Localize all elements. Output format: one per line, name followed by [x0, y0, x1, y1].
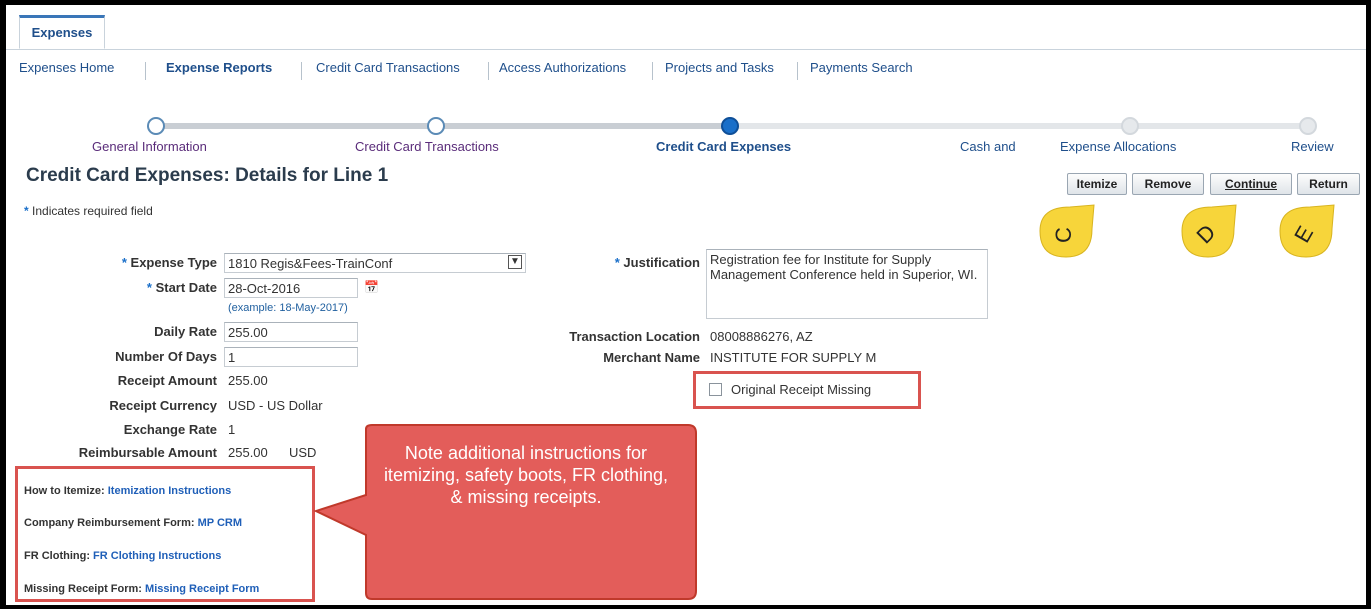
nav-expense-reports[interactable]: Expense Reports: [166, 60, 272, 75]
number-of-days-input[interactable]: 1: [224, 347, 358, 367]
page-title: Credit Card Expenses: Details for Line 1: [26, 165, 389, 186]
start-date-label: * Start Date: [146, 280, 217, 295]
nav-expenses-home[interactable]: Expenses Home: [19, 60, 114, 75]
missing-receipt-form-link[interactable]: Missing Receipt Form: [145, 583, 259, 595]
number-of-days-value: 1: [228, 350, 236, 365]
marker-c-icon: C: [1039, 204, 1095, 258]
reimbursable-amount-value: 255.00: [228, 445, 268, 460]
train-step-expense-allocations-icon: [1121, 117, 1139, 135]
itemize-button[interactable]: Itemize: [1067, 173, 1127, 195]
nav-access-authorizations[interactable]: Access Authorizations: [499, 60, 626, 75]
mp-crm-link[interactable]: MP CRM: [198, 517, 242, 529]
instruction-row-missing-receipt: Missing Receipt Form: Missing Receipt Fo…: [24, 583, 260, 595]
original-receipt-missing-checkbox[interactable]: [709, 383, 722, 396]
nav-projects-and-tasks[interactable]: Projects and Tasks: [665, 60, 774, 75]
justification-label: * Justification: [614, 255, 700, 270]
expense-type-value: 1810 Regis&Fees-TrainConf: [228, 256, 393, 271]
exchange-rate-value: 1: [228, 422, 236, 437]
start-date-input[interactable]: 28-Oct-2016: [224, 278, 358, 298]
train-connector: [436, 123, 730, 129]
receipt-currency-label: Receipt Currency: [109, 398, 217, 413]
train-label-general-information[interactable]: General Information: [92, 139, 207, 154]
instruction-row-itemize: How to Itemize: Itemization Instructions: [24, 485, 232, 497]
train-connector: [1130, 123, 1308, 129]
daily-rate-value: 255.00: [228, 325, 268, 340]
nav-divider: [488, 62, 489, 80]
merchant-name-value: INSTITUTE FOR SUPPLY M: [710, 350, 877, 365]
required-star: *: [24, 204, 29, 218]
train-label-review: Review: [1291, 139, 1334, 154]
train-connector: [730, 123, 1130, 129]
train-step-general-information-icon[interactable]: [147, 117, 165, 135]
receipt-amount-value: 255.00: [228, 373, 268, 388]
receipt-currency-value: USD - US Dollar: [228, 398, 323, 413]
return-button[interactable]: Return: [1297, 173, 1360, 195]
train-step-review-icon: [1299, 117, 1317, 135]
top-tab-bar: [6, 5, 1366, 50]
callout-text: Note additional instructions for itemizi…: [383, 443, 669, 507]
train-label-cash-and: Cash and: [960, 139, 1016, 154]
receipt-amount-label: Receipt Amount: [117, 373, 217, 388]
instruction-row-fr-clothing: FR Clothing: FR Clothing Instructions: [24, 550, 222, 562]
nav-divider: [145, 62, 146, 80]
chevron-down-icon[interactable]: ▼: [508, 255, 522, 269]
marker-d-icon: D: [1181, 204, 1237, 258]
original-receipt-missing-label: Original Receipt Missing: [731, 382, 872, 397]
merchant-name-label: Merchant Name: [603, 350, 700, 365]
daily-rate-input[interactable]: 255.00: [224, 322, 358, 342]
required-note-text: Indicates required field: [32, 204, 153, 218]
required-field-note: * Indicates required field: [24, 204, 153, 218]
train-label-expense-allocations: Expense Allocations: [1060, 139, 1177, 154]
start-date-value: 28-Oct-2016: [228, 281, 301, 296]
reimbursable-amount-label: Reimbursable Amount: [78, 445, 217, 460]
daily-rate-label: Daily Rate: [154, 324, 217, 339]
justification-value: Registration fee for Institute for Suppl…: [710, 252, 978, 282]
expense-type-select[interactable]: 1810 Regis&Fees-TrainConf ▼: [224, 253, 526, 273]
train-step-credit-card-transactions-icon[interactable]: [427, 117, 445, 135]
number-of-days-label: Number Of Days: [115, 349, 217, 364]
exchange-rate-label: Exchange Rate: [123, 422, 217, 437]
marker-e-icon: E: [1279, 204, 1335, 258]
train-step-credit-card-expenses-icon: [721, 117, 739, 135]
itemization-instructions-link[interactable]: Itemization Instructions: [108, 485, 231, 497]
instruction-row-crm: Company Reimbursement Form: MP CRM: [24, 517, 243, 529]
transaction-location-label: Transaction Location: [569, 329, 700, 344]
marker-c-label: C: [1051, 227, 1076, 243]
train-connector: [156, 123, 436, 129]
train-label-credit-card-expenses: Credit Card Expenses: [656, 139, 792, 154]
expense-type-label: * Expense Type: [121, 255, 217, 270]
start-date-hint: (example: 18-May-2017): [228, 302, 348, 314]
nav-divider: [301, 62, 302, 80]
app-window: Expenses Expenses Home Expense Reports C…: [6, 5, 1366, 605]
tab-expenses[interactable]: Expenses: [19, 15, 105, 49]
fr-clothing-instructions-link[interactable]: FR Clothing Instructions: [93, 550, 221, 562]
train-label-credit-card-transactions[interactable]: Credit Card Transactions: [355, 139, 499, 154]
nav-divider: [797, 62, 798, 80]
continue-button[interactable]: Continue: [1210, 173, 1292, 195]
nav-credit-card-transactions[interactable]: Credit Card Transactions: [316, 60, 460, 75]
justification-textarea[interactable]: Registration fee for Institute for Suppl…: [706, 249, 988, 319]
nav-divider: [652, 62, 653, 80]
transaction-location-value: 08008886276, AZ: [710, 329, 813, 344]
calendar-icon[interactable]: 📅: [364, 280, 379, 294]
remove-button[interactable]: Remove: [1132, 173, 1204, 195]
nav-payments-search[interactable]: Payments Search: [810, 60, 913, 75]
